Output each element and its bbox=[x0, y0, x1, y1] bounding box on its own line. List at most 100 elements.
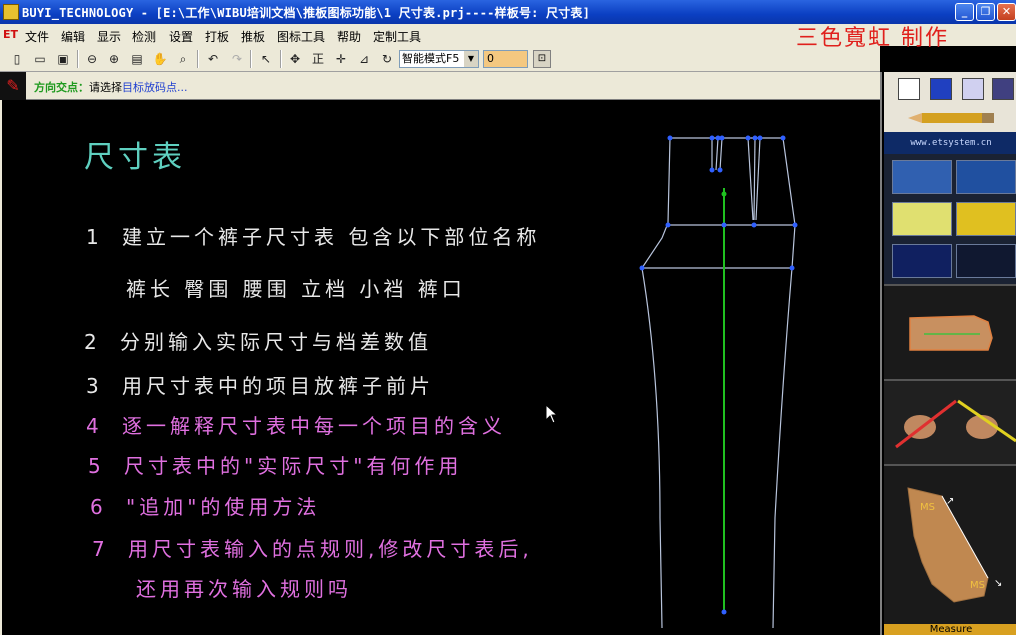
hands-pencil-icon bbox=[895, 399, 1016, 449]
grade-point bbox=[751, 222, 757, 228]
confirm-button[interactable]: ⊡ bbox=[533, 50, 551, 68]
xy-tool-icon[interactable] bbox=[892, 244, 952, 278]
target-icon[interactable] bbox=[898, 78, 920, 100]
save-icon[interactable]: ▣ bbox=[54, 50, 72, 68]
list-item-text: 裤长 臀围 腰围 立档 小裆 裤口 bbox=[126, 277, 466, 301]
et-logo: ET bbox=[3, 28, 19, 41]
dart-left-3 bbox=[719, 137, 723, 171]
grade-point bbox=[665, 222, 671, 228]
pan-hand-icon[interactable]: ✋ bbox=[151, 50, 169, 68]
menu-grading[interactable]: 推板 bbox=[241, 28, 265, 45]
watermark: 三色寬虹 制作 bbox=[796, 26, 949, 51]
panel-header bbox=[884, 72, 1016, 132]
move-icon[interactable]: ✥ bbox=[286, 50, 304, 68]
menu-icon-tools[interactable]: 图标工具 bbox=[277, 28, 325, 45]
menu-view[interactable]: 显示 bbox=[97, 28, 121, 45]
select-delete-icon[interactable]: ↖ bbox=[257, 50, 275, 68]
menu-custom-tools[interactable]: 定制工具 bbox=[373, 28, 421, 45]
grade-point bbox=[721, 609, 727, 615]
hands-preview[interactable] bbox=[884, 379, 1016, 464]
piece-shape-icon bbox=[909, 315, 993, 351]
status-target: 目标放码点... bbox=[122, 81, 188, 94]
list-item-text: 还用再次输入规则吗 bbox=[136, 577, 352, 601]
trouser-pattern[interactable] bbox=[630, 128, 810, 628]
zoom-in-icon[interactable]: ⊕ bbox=[105, 50, 123, 68]
zoom-out-icon[interactable]: ⊖ bbox=[83, 50, 101, 68]
mode-select[interactable]: 智能模式F5 ▼ bbox=[399, 50, 479, 68]
arrow-icon: ↘ bbox=[994, 578, 1002, 589]
chart-icon[interactable] bbox=[930, 78, 952, 100]
grade-point bbox=[639, 265, 645, 271]
right-tool-panel: www.etsystem.cn MS MS ↗ ↘ Measure bbox=[880, 72, 1016, 635]
grade-point bbox=[745, 135, 751, 141]
list-item: 5 尺寸表中的"实际尺寸"有何作用 bbox=[88, 450, 462, 479]
list-item-text: 用尺寸表输入的点规则,修改尺寸表后, bbox=[128, 537, 533, 561]
list-item-number: 7 bbox=[92, 537, 109, 561]
measure-label-a: MS bbox=[920, 502, 935, 513]
paint-icon[interactable] bbox=[962, 78, 984, 100]
measure-label[interactable]: Measure bbox=[884, 624, 1016, 635]
pattern-outline-left bbox=[641, 137, 671, 628]
stack-tool-icon[interactable] bbox=[956, 160, 1016, 194]
undo-icon[interactable]: ↶ bbox=[204, 50, 222, 68]
menu-edit[interactable]: 编辑 bbox=[61, 28, 85, 45]
grade-point bbox=[780, 135, 786, 141]
open-folder-icon[interactable]: ▭ bbox=[31, 50, 49, 68]
grade-point bbox=[789, 265, 795, 271]
table-tool-icon[interactable] bbox=[892, 202, 952, 236]
mouse-cursor-icon bbox=[545, 404, 559, 424]
toolbar-separator bbox=[250, 50, 252, 68]
grade-point bbox=[792, 222, 798, 228]
close-button[interactable]: ✕ bbox=[997, 3, 1016, 21]
piece-tool-icon[interactable] bbox=[892, 160, 952, 194]
menu-drafting[interactable]: 打板 bbox=[205, 28, 229, 45]
status-text: 方向交点：请选择目标放码点... bbox=[34, 79, 188, 95]
menu-settings[interactable]: 设置 bbox=[169, 28, 193, 45]
piece-preview[interactable] bbox=[884, 284, 1016, 379]
list-item: 3 用尺寸表中的项目放裤子前片 bbox=[86, 370, 434, 399]
list-item-number: 6 bbox=[90, 495, 107, 519]
list-item-text: "追加"的使用方法 bbox=[126, 495, 321, 519]
value-input[interactable]: 0 bbox=[483, 50, 528, 68]
dart-right-1 bbox=[747, 137, 754, 221]
pattern-outline bbox=[670, 137, 796, 628]
window-title: BUYI_TECHNOLOGY - [E:\工作\WIBU培训文档\推板图标功能… bbox=[22, 6, 591, 20]
list-item-text: 建立一个裤子尺寸表 包含以下部位名称 bbox=[122, 225, 541, 249]
menu-check[interactable]: 检测 bbox=[132, 28, 156, 45]
snap-icon[interactable]: ⊿ bbox=[355, 50, 373, 68]
measure-shape-icon: MS MS ↗ ↘ bbox=[907, 487, 1002, 603]
measure-preview[interactable]: MS MS ↗ ↘ bbox=[884, 464, 1016, 624]
dart-right-3 bbox=[755, 137, 761, 221]
crosshair-icon[interactable]: ✛ bbox=[332, 50, 350, 68]
measure-label-b: MS bbox=[970, 580, 985, 591]
redo-icon[interactable]: ↷ bbox=[228, 50, 246, 68]
pencil-tool-icon: ✎ bbox=[0, 72, 26, 100]
list-item: 还用再次输入规则吗 bbox=[100, 573, 352, 602]
measure-tool-icon[interactable] bbox=[956, 202, 1016, 236]
list-item: 6 "追加"的使用方法 bbox=[90, 491, 320, 520]
list-item-text: 尺寸表中的"实际尺寸"有何作用 bbox=[124, 454, 463, 478]
list-item-number: 3 bbox=[86, 374, 103, 398]
grade-points bbox=[639, 135, 798, 615]
grade-point bbox=[709, 135, 715, 141]
list-item: 7 用尺寸表输入的点规则,修改尺寸表后, bbox=[92, 533, 533, 562]
fit-window-icon[interactable]: ▤ bbox=[128, 50, 146, 68]
grade-point bbox=[667, 135, 673, 141]
grade-point bbox=[721, 222, 727, 228]
angle-tool-icon[interactable] bbox=[956, 244, 1016, 278]
rotate-icon[interactable]: ↻ bbox=[378, 50, 396, 68]
website-url: www.etsystem.cn bbox=[884, 132, 1016, 154]
menu-help[interactable]: 帮助 bbox=[337, 28, 361, 45]
monitor-icon[interactable] bbox=[992, 78, 1014, 100]
menu-file[interactable]: 文件 bbox=[25, 28, 49, 45]
list-item: 1 建立一个裤子尺寸表 包含以下部位名称 bbox=[86, 221, 540, 250]
grade-point bbox=[719, 135, 725, 141]
toolbar-separator bbox=[77, 50, 79, 68]
maximize-button[interactable]: ❐ bbox=[976, 3, 995, 21]
orthogonal-icon[interactable]: 正 bbox=[309, 50, 327, 68]
zoom-area-icon[interactable]: ⌕ bbox=[174, 50, 192, 68]
list-item: 4 逐一解释尺寸表中每一个项目的含义 bbox=[86, 410, 506, 439]
new-file-icon[interactable]: ▯ bbox=[8, 50, 26, 68]
minimize-button[interactable]: _ bbox=[955, 3, 974, 21]
chevron-down-icon[interactable]: ▼ bbox=[464, 51, 478, 67]
